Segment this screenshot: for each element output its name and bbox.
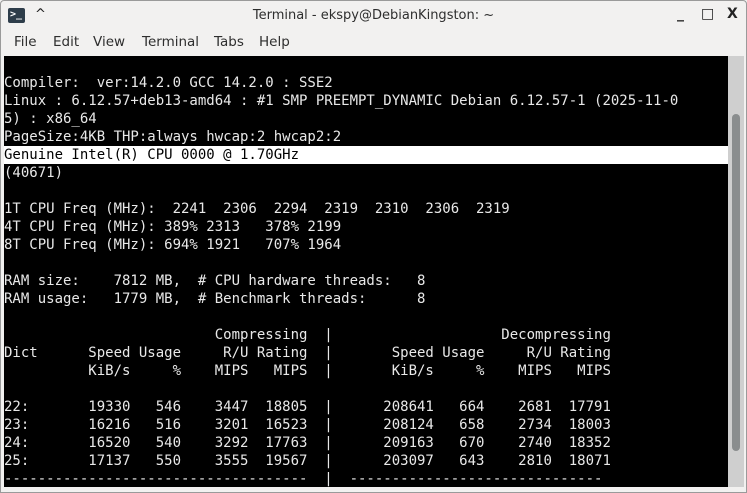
menu-terminal[interactable]: Terminal — [142, 34, 199, 50]
minimize-button[interactable]: _ — [677, 6, 684, 22]
terminal-line: (40671) — [4, 165, 64, 181]
terminal-line: 4T CPU Freq (MHz): 389% 2313 378% 2199 — [4, 219, 342, 235]
terminal-line: Linux : 6.12.57+deb13-amd64 : #1 SMP PRE… — [4, 93, 679, 109]
terminal-line: 24: 16520 540 3292 17763 | 209163 670 27… — [4, 435, 611, 451]
menu-view[interactable]: View — [93, 34, 125, 50]
terminal-line: Compiler: ver:14.2.0 GCC 14.2.0 : SSE2 — [4, 75, 333, 91]
close-button[interactable]: X — [727, 6, 738, 22]
terminal-line: 5) : x86_64 — [4, 111, 97, 127]
terminal-output[interactable]: Compiler: ver:14.2.0 GCC 14.2.0 : SSE2 Li… — [4, 56, 728, 487]
window-title: Terminal - ekspy@DebianKingston: ~ — [252, 8, 495, 23]
terminal-line: 22: 19330 546 3447 18805 | 208641 664 26… — [4, 399, 611, 415]
menu-help[interactable]: Help — [259, 34, 290, 50]
terminal-line: Dict Speed Usage R/U Rating | Speed Usag… — [4, 345, 611, 361]
terminal-line: 8T CPU Freq (MHz): 694% 1921 707% 1964 — [4, 237, 342, 253]
maximize-button[interactable]: □ — [701, 6, 714, 22]
terminal-window: >_ ^ Terminal - ekspy@DebianKingston: ~ … — [0, 0, 747, 493]
scrollbar-thumb[interactable] — [732, 114, 740, 451]
menu-tabs[interactable]: Tabs — [214, 34, 244, 50]
terminal-line: RAM usage: 1779 MB, # Benchmark threads:… — [4, 291, 426, 307]
scrollbar[interactable] — [728, 56, 744, 487]
menu-file[interactable]: File — [14, 34, 37, 50]
menu-bar: File Edit View Terminal Tabs Help — [1, 31, 746, 55]
terminal-line: 1T CPU Freq (MHz): 2241 2306 2294 2319 2… — [4, 201, 510, 217]
menu-edit[interactable]: Edit — [53, 34, 79, 50]
terminal-line: KiB/s % MIPS MIPS | KiB/s % MIPS MIPS — [4, 363, 611, 379]
terminal-line: RAM size: 7812 MB, # CPU hardware thread… — [4, 273, 426, 289]
terminal-line: 23: 16216 516 3201 16523 | 208124 658 27… — [4, 417, 611, 433]
title-bar[interactable]: >_ ^ Terminal - ekspy@DebianKingston: ~ … — [1, 1, 746, 31]
terminal-line-selected: Genuine Intel(R) CPU 0000 @ 1.70GHz — [4, 146, 728, 164]
terminal-line: Compressing | Decompressing — [4, 327, 611, 343]
terminal-line: ------------------------------------ | -… — [4, 471, 603, 487]
terminal-line: 25: 17137 550 3555 19567 | 203097 643 28… — [4, 453, 611, 469]
terminal-line: PageSize:4KB THP:always hwcap:2 hwcap2:2 — [4, 129, 342, 145]
